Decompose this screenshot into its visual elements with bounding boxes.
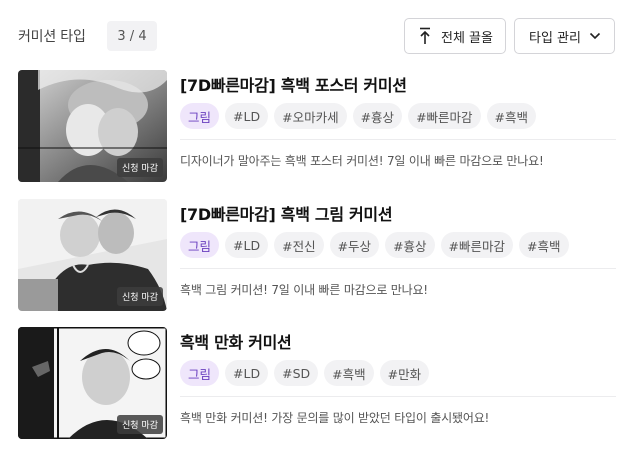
upload-arrow-icon [417, 26, 433, 46]
hashtag: #오마카세 [274, 103, 347, 129]
chevron-down-icon [589, 30, 601, 42]
category-tag: 그림 [180, 232, 220, 258]
commission-description: 디자이너가 말아주는 흑백 포스터 커미션! 7일 이내 빠른 마감으로 만나요… [180, 154, 544, 168]
pull-all-label: 전체 끌올 [441, 30, 493, 46]
pull-all-button[interactable]: 전체 끌올 [404, 18, 506, 54]
manage-types-label: 타입 관리 [529, 30, 581, 46]
commission-thumbnail[interactable]: 신청 마감 [18, 199, 167, 311]
hashtag: #흉상 [352, 103, 403, 129]
commission-description: 흑백 만화 커미션! 가장 문의를 많이 받았던 타입이 출시됐어요! [180, 411, 490, 425]
manage-types-button[interactable]: 타입 관리 [514, 18, 615, 54]
commission-thumbnail[interactable]: 신청 마감 [18, 327, 167, 439]
commission-title[interactable]: [7D빠른마감] 흑백 포스터 커미션 [180, 72, 407, 96]
section-title: 커미션 타입 [18, 29, 86, 45]
commission-item[interactable]: 신청 마감 [7D빠른마감] 흑백 포스터 커미션 그림 #LD #오마카세 #… [18, 70, 616, 182]
commission-description: 흑백 그림 커미션! 7일 이내 빠른 마감으로 만나요! [180, 283, 428, 297]
tag-list: 그림 #LD #SD #흑백 #만화 [180, 360, 430, 386]
hashtag: #빠른마감 [408, 103, 481, 129]
hashtag: #두상 [329, 232, 380, 258]
commission-item[interactable]: 신청 마감 흑백 만화 커미션 그림 #LD #SD #흑백 #만화 흑백 만화… [18, 327, 616, 439]
hashtag: #흑백 [324, 360, 374, 386]
commission-item[interactable]: 신청 마감 [7D빠른마감] 흑백 그림 커미션 그림 #LD #전신 #두상 … [18, 199, 616, 311]
commission-type-header: 커미션 타입 3 / 4 전체 끌올 타입 관리 [0, 0, 631, 72]
type-count-badge: 3 / 4 [107, 21, 157, 51]
closed-badge: 신청 마감 [117, 158, 163, 177]
hashtag: #흉상 [385, 232, 435, 258]
hashtag: #빠른마감 [440, 232, 514, 258]
category-tag: 그림 [180, 360, 220, 386]
tag-list: 그림 #LD #오마카세 #흉상 #빠른마감 #흑백 [180, 103, 537, 129]
commission-thumbnail[interactable]: 신청 마감 [18, 70, 167, 182]
divider [180, 139, 616, 140]
divider [180, 396, 616, 397]
closed-badge: 신청 마감 [117, 415, 163, 434]
hashtag: #흑백 [519, 232, 569, 258]
hashtag: #LD [225, 232, 269, 258]
hashtag: #만화 [379, 360, 430, 386]
closed-badge: 신청 마감 [117, 287, 163, 306]
tag-list: 그림 #LD #전신 #두상 #흉상 #빠른마감 #흑백 [180, 232, 569, 258]
commission-title[interactable]: 흑백 만화 커미션 [180, 329, 292, 353]
commission-title[interactable]: [7D빠른마감] 흑백 그림 커미션 [180, 201, 393, 225]
hashtag: #전신 [274, 232, 324, 258]
hashtag: #LD [225, 103, 269, 129]
hashtag: #흑백 [486, 103, 537, 129]
hashtag: #SD [274, 360, 319, 386]
hashtag: #LD [225, 360, 269, 386]
divider [180, 268, 616, 269]
category-tag: 그림 [180, 103, 220, 129]
